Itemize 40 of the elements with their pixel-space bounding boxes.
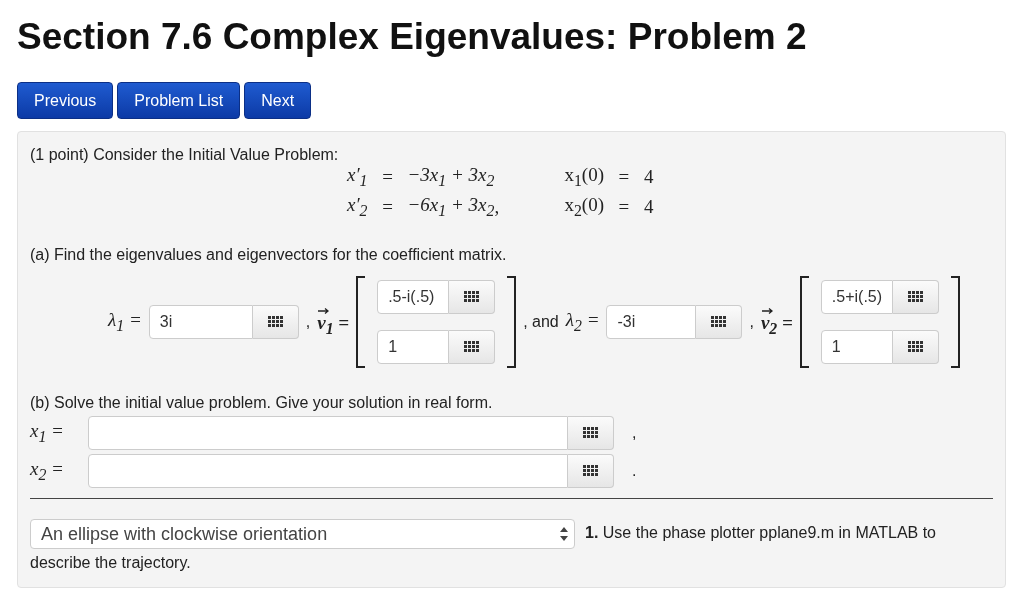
answer-field[interactable]: 1 xyxy=(377,329,450,364)
eigenvalue-label: λ$_{1}$ = xyxy=(108,308,142,335)
answer-field[interactable]: .5+i(.5) xyxy=(820,279,893,314)
answer-field[interactable]: 3i xyxy=(148,304,253,339)
equation-rhs: −3x$_{1}$ + 3x$_{2}$ xyxy=(407,164,495,190)
equation-rhs: −6x$_{1}$ + 3x$_{2}$ xyxy=(407,193,495,220)
eigenvector-label: v$_{2}$ = xyxy=(760,311,793,333)
nav-button[interactable]: Problem List xyxy=(117,82,241,119)
equation-lhs: x′$_{1}$ xyxy=(347,164,368,190)
equals-sign: = xyxy=(617,165,631,188)
equals-sign: = xyxy=(381,195,394,218)
equals-sign: = xyxy=(381,165,394,188)
initial-condition: x$_{1}$(0) xyxy=(564,164,604,190)
eigenvector-label: v$_{1}$ = xyxy=(317,311,350,333)
answer-field[interactable]: .5-i(.5) xyxy=(377,279,450,314)
part-b-prompt: (b) Solve the initial value problem. Give your solution in real form. xyxy=(30,393,494,412)
nav-button[interactable]: Previous xyxy=(17,82,114,119)
part-a-prompt: (a) Find the eigenvalues and eigenvectors for the coefficient matrix. xyxy=(30,245,508,264)
and-text: , and xyxy=(523,312,559,331)
instruction-text: 1. Use the phase plotter pplane9.m in MATLAB to xyxy=(585,523,936,541)
initial-condition: x$_{2}$(0) xyxy=(564,193,604,220)
comma: , xyxy=(305,312,311,331)
answer-field[interactable]: 1 xyxy=(820,329,893,364)
initial-value: 4 xyxy=(643,165,654,188)
equation-lhs: x′$_{2}$ xyxy=(347,193,368,220)
intro-text: (1 point) Consider the Initial Value Problem: xyxy=(30,146,340,164)
instruction-text: describe the trajectory. xyxy=(30,553,191,571)
comma: , xyxy=(494,195,501,218)
nav-button[interactable]: Next xyxy=(244,82,312,119)
solution-label: x$_{2}$ = xyxy=(30,457,65,484)
solution-label: x$_{1}$ = xyxy=(30,419,65,446)
answer-field[interactable]: -3i xyxy=(606,304,697,339)
equals-sign: = xyxy=(617,195,631,218)
page-title: Section 7.6 Complex Eigenvalues: Problem 2 xyxy=(17,16,808,58)
eigenvalue-label: λ$_{2}$ = xyxy=(565,308,600,335)
comma: , xyxy=(749,312,754,331)
trajectory-select[interactable]: An ellipse with clockwise orientation xyxy=(30,518,575,549)
punctuation: , xyxy=(632,423,637,442)
initial-value: 4 xyxy=(643,195,654,218)
punctuation: . xyxy=(632,461,637,480)
